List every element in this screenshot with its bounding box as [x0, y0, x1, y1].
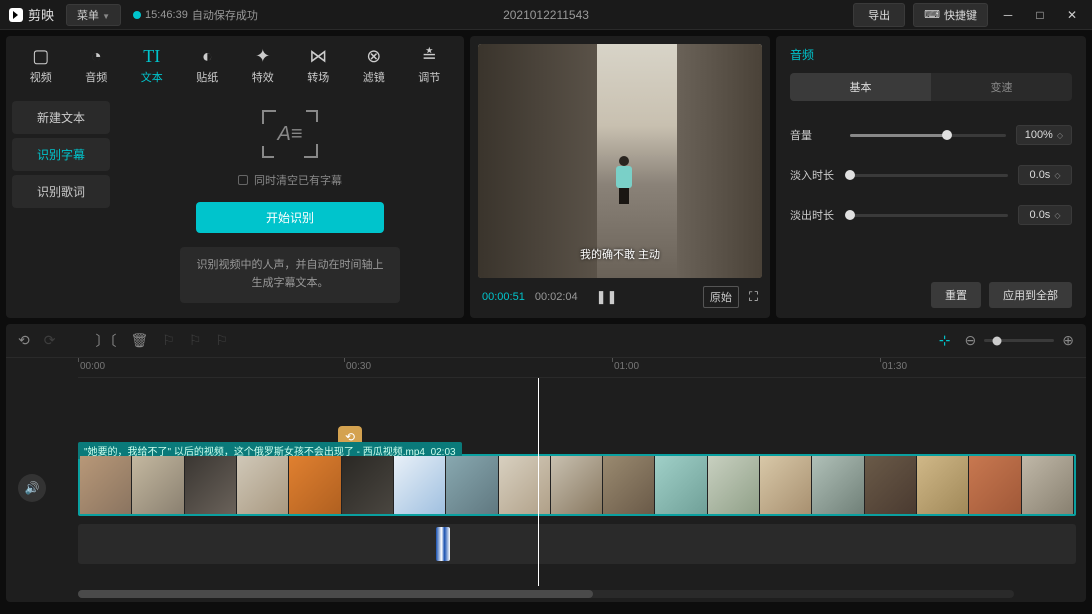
delete-button[interactable]: 🗑	[130, 332, 148, 349]
zoom-slider[interactable]	[984, 339, 1054, 342]
pause-button[interactable]: ❚❚	[596, 289, 618, 305]
close-button[interactable]: ✕	[1060, 3, 1084, 27]
timeline-toolbar: ⟲ ⟳ 〕〔 🗑 ⚐ ⚐ ⚐ ⊹ ⊖ ⊕	[6, 324, 1086, 358]
media-tabs: ▢视频 ◔音频 TI文本 ◐贴纸 ✦特效 ⋈转场 ⊗滤镜 ≛调节	[6, 36, 464, 95]
tab-filter[interactable]: ⊗滤镜	[347, 42, 401, 89]
properties-panel: 音频 基本 变速 音量 100%◇ 淡入时长 0.0s◇ 淡出时长 0.0s◇ …	[776, 36, 1086, 318]
subtitle-frame-icon: A≡	[262, 110, 318, 158]
hotkey-button[interactable]: ⌨ 快捷键	[913, 3, 988, 27]
fadein-row: 淡入时长 0.0s◇	[790, 165, 1072, 185]
panel-title: 音频	[790, 46, 1072, 63]
media-panel: ▢视频 ◔音频 TI文本 ◐贴纸 ✦特效 ⋈转场 ⊗滤镜 ≛调节 新建文本 识别…	[6, 36, 464, 318]
menu-button[interactable]: 菜单 ▼	[66, 4, 121, 26]
app-name: 剪映	[28, 5, 54, 24]
flag3-button[interactable]: ⚐	[215, 332, 228, 349]
video-clip[interactable]	[78, 454, 1076, 516]
ratio-button[interactable]: 原始	[703, 286, 739, 308]
volume-row: 音量 100%◇	[790, 125, 1072, 145]
start-recognize-button[interactable]: 开始识别	[196, 202, 384, 233]
timeline-ruler[interactable]: 00:00 00:30 01:00 01:30	[78, 358, 1086, 378]
zoom-in-button[interactable]: ⊕	[1062, 332, 1074, 349]
flag1-button[interactable]: ⚐	[162, 332, 175, 349]
tab-basic[interactable]: 基本	[790, 73, 931, 101]
subtitle-hint: 识别视频中的人声，并自动在时间轴上生成字幕文本。	[180, 247, 400, 302]
text-icon: TI	[143, 46, 160, 67]
undo-button[interactable]: ⟲	[18, 332, 30, 349]
chevron-icon: ◇	[1054, 171, 1060, 180]
volume-slider[interactable]	[850, 134, 1006, 137]
redo-button[interactable]: ⟳	[44, 332, 56, 349]
preview-controls: 00:00:51 00:02:04 ❚❚ 原始 ⛶	[478, 278, 762, 310]
split-button[interactable]: 〕〔	[95, 331, 116, 351]
preview-panel: 我的确不敢 主动 00:00:51 00:02:04 ❚❚ 原始 ⛶	[470, 36, 770, 318]
preview-subtitle: 我的确不敢 主动	[478, 246, 762, 262]
tab-effect[interactable]: ✦特效	[236, 42, 290, 89]
tab-sticker[interactable]: ◐贴纸	[181, 42, 235, 89]
adjust-icon: ≛	[422, 46, 437, 67]
tab-speed[interactable]: 变速	[931, 73, 1072, 101]
app-logo: 剪映	[8, 5, 54, 24]
chevron-icon: ◇	[1057, 131, 1063, 140]
duration-time: 00:02:04	[535, 291, 578, 303]
zoom-out-button[interactable]: ⊖	[965, 332, 977, 349]
effect-icon: ✦	[255, 46, 270, 67]
playhead[interactable]	[538, 378, 539, 586]
keyboard-icon: ⌨	[924, 8, 940, 21]
filter-icon: ⊗	[366, 46, 381, 67]
save-dot-icon	[133, 11, 141, 19]
reset-button[interactable]: 重置	[931, 282, 981, 308]
flag2-button[interactable]: ⚐	[189, 332, 202, 349]
save-status: 15:46:39 自动保存成功	[133, 7, 258, 23]
volume-value[interactable]: 100%◇	[1016, 125, 1072, 145]
snap-button[interactable]: ⊹	[939, 332, 951, 349]
titlebar: 剪映 菜单 ▼ 15:46:39 自动保存成功 2021012211543 导出…	[0, 0, 1092, 30]
tab-adjust[interactable]: ≛调节	[403, 42, 457, 89]
mute-button[interactable]: 🔊	[18, 474, 46, 502]
subtitle-panel: A≡ 同时清空已有字幕 开始识别 识别视频中的人声，并自动在时间轴上生成字幕文本…	[116, 95, 464, 318]
video-icon: ▢	[32, 46, 49, 67]
sidebar-item-subtitle[interactable]: 识别字幕	[12, 138, 110, 171]
transition-icon: ⋈	[309, 46, 327, 67]
timeline: ⟲ ⟳ 〕〔 🗑 ⚐ ⚐ ⚐ ⊹ ⊖ ⊕ 00:00 00:30 01:00 0…	[6, 324, 1086, 602]
chevron-icon: ◇	[1054, 211, 1060, 220]
sidebar-item-lyrics[interactable]: 识别歌词	[12, 175, 110, 208]
checkbox-icon	[238, 175, 248, 185]
fadeout-row: 淡出时长 0.0s◇	[790, 205, 1072, 225]
sidebar-item-new-text[interactable]: 新建文本	[12, 101, 110, 134]
fadeout-slider[interactable]	[850, 214, 1008, 217]
timeline-scrollbar[interactable]	[78, 590, 1014, 598]
fullscreen-button[interactable]: ⛶	[749, 289, 758, 305]
text-sidebar: 新建文本 识别字幕 识别歌词	[6, 95, 116, 318]
project-name: 2021012211543	[503, 8, 589, 22]
sticker-icon: ◐	[202, 46, 213, 67]
export-button[interactable]: 导出	[853, 3, 905, 27]
zoom-control: ⊖ ⊕	[965, 332, 1074, 349]
audio-track[interactable]	[78, 524, 1076, 564]
audio-clip[interactable]	[436, 527, 450, 561]
prop-tabs: 基本 变速	[790, 73, 1072, 101]
logo-icon	[8, 7, 24, 23]
minimize-button[interactable]: ─	[996, 3, 1020, 27]
apply-all-button[interactable]: 应用到全部	[989, 282, 1072, 308]
video-track[interactable]: "她要的，我给不了" 以后的视频，这个俄罗斯女孩不会出现了 - 西瓜视频.mp4…	[78, 454, 1076, 516]
current-time: 00:00:51	[482, 291, 525, 303]
tab-audio[interactable]: ◔音频	[70, 42, 124, 89]
fadeout-value[interactable]: 0.0s◇	[1018, 205, 1072, 225]
fadein-slider[interactable]	[850, 174, 1008, 177]
maximize-button[interactable]: □	[1028, 3, 1052, 27]
fadein-value[interactable]: 0.0s◇	[1018, 165, 1072, 185]
tab-video[interactable]: ▢视频	[14, 42, 68, 89]
timeline-tracks[interactable]: 🔊 ⟲ "她要的，我给不了" 以后的视频，这个俄罗斯女孩不会出现了 - 西瓜视频…	[6, 378, 1086, 586]
clear-existing-checkbox[interactable]: 同时清空已有字幕	[238, 172, 342, 188]
tab-text[interactable]: TI文本	[125, 42, 179, 89]
preview-video[interactable]: 我的确不敢 主动	[478, 44, 762, 278]
tab-transition[interactable]: ⋈转场	[292, 42, 346, 89]
audio-icon: ◔	[91, 46, 102, 67]
